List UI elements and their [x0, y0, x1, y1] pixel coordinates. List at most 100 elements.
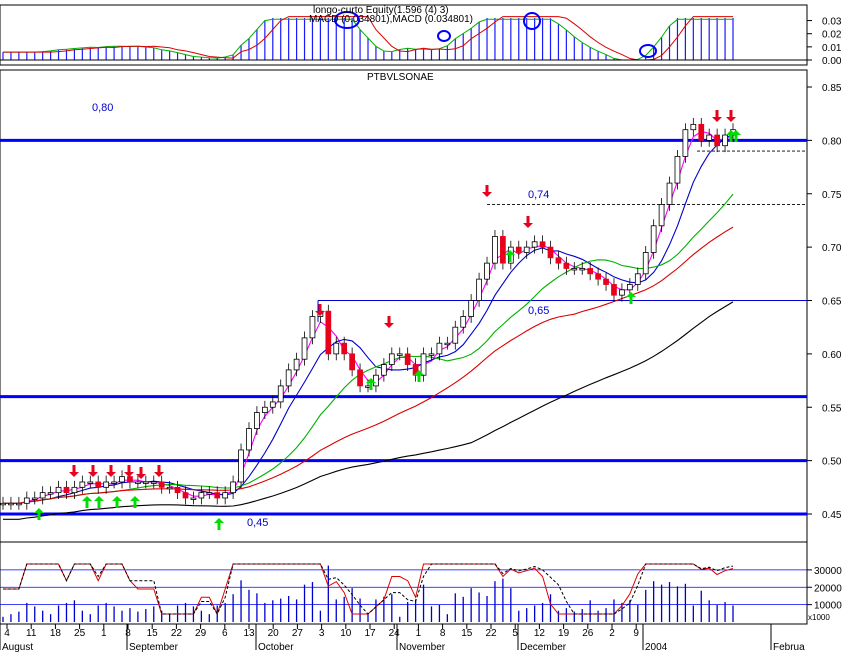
candle-up	[198, 492, 205, 499]
candle-down	[515, 246, 522, 253]
price-axis-tick-label: 0.60	[822, 350, 842, 361]
candle-up	[47, 492, 54, 495]
x-axis-tick-label: 4	[4, 628, 10, 639]
arrow-shaft	[485, 185, 489, 193]
level-074-label: 0,74	[528, 189, 549, 201]
candle-down	[500, 236, 506, 264]
month-label: November	[399, 642, 446, 652]
candle-up	[444, 342, 451, 346]
candle-up	[373, 374, 379, 387]
arrow-shaft	[157, 465, 161, 473]
candle-down	[587, 268, 594, 275]
x-axis-tick-label: 22	[171, 628, 183, 639]
x-axis-tick-label: 29	[195, 628, 207, 639]
arrow-shaft	[37, 512, 41, 520]
x-axis-tick-label: 10	[340, 628, 352, 639]
arrow-shaft	[139, 467, 143, 475]
candle-up	[269, 401, 276, 408]
price-axis-tick-label: 0.55	[822, 403, 842, 414]
x-axis-tick-label: 8	[125, 628, 131, 639]
candle-up	[436, 342, 443, 355]
candle-up	[428, 353, 435, 356]
price-axis-tick-label: 0.50	[822, 457, 842, 468]
candle-up	[246, 428, 252, 451]
month-label: December	[520, 642, 567, 652]
volume-unit-label: x1000	[808, 613, 830, 622]
candle-up	[523, 246, 530, 253]
candle-down	[539, 241, 546, 248]
price-axis-tick-label: 0.45	[822, 510, 842, 521]
candle-up	[484, 262, 490, 280]
candle-down	[158, 481, 165, 488]
candle-up	[238, 449, 244, 483]
stock-chart: 0.85 0.80 0.75 0.70 0.65 0.60 0.55 0.50 0.45 0.03…	[0, 4, 842, 652]
candle-up	[119, 476, 125, 483]
candle-up	[381, 364, 387, 376]
x-axis-tick-label: 6	[222, 628, 228, 639]
x-axis-tick-label: 12	[534, 628, 546, 639]
x-axis-tick-label: 17	[364, 628, 376, 639]
price-axis-tick-label: 0.85	[822, 83, 842, 94]
arrow-shaft	[72, 465, 76, 473]
month-label: October	[258, 642, 294, 652]
candle-down	[603, 278, 609, 285]
arrow-shaft	[417, 374, 421, 382]
candle-up	[634, 273, 641, 285]
candle-up	[206, 492, 213, 495]
candle-up	[71, 486, 78, 494]
candle-down	[325, 310, 332, 355]
arrow-shaft	[715, 110, 719, 118]
x-axis-tick-label: 8	[440, 628, 446, 639]
candle-down	[698, 123, 705, 141]
x-axis-tick-label: 25	[74, 628, 86, 639]
arrow-shaft	[115, 500, 119, 508]
candle-down	[404, 353, 411, 365]
month-label: August	[2, 642, 33, 652]
candle-up	[682, 129, 689, 157]
x-axis-tick-label: 11	[26, 628, 37, 639]
candle-down	[341, 342, 348, 355]
candle-down	[714, 134, 720, 147]
candle-up	[626, 284, 633, 291]
x-axis-tick-label: 20	[268, 628, 280, 639]
candle-down	[595, 273, 601, 280]
candle-up	[8, 502, 14, 506]
candle-down	[95, 481, 102, 488]
x-axis-tick-label: 1	[416, 628, 422, 639]
month-label: September	[129, 642, 179, 652]
arrow-shaft	[217, 522, 221, 530]
price-axis-tick-label: 0.65	[822, 297, 842, 308]
candle-up	[476, 278, 482, 301]
x-axis-tick-label: 26	[582, 628, 594, 639]
candle-up	[150, 481, 157, 484]
x-axis-tick-label: 9	[633, 628, 639, 639]
candle-down	[555, 257, 562, 264]
price-axis-tick-label: 0.75	[822, 190, 842, 201]
arrow-shaft	[318, 304, 322, 312]
arrow-shaft	[85, 500, 89, 508]
candle-up	[254, 412, 260, 429]
top-left-value-label: 0,80	[92, 102, 113, 114]
macd-axis-tick-label: 0.00	[822, 56, 842, 67]
candle-up	[261, 406, 268, 413]
x-axis-tick-label: 13	[243, 628, 255, 639]
candle-up	[722, 134, 728, 147]
candle-down	[357, 369, 363, 387]
macd-axis-tick-label: 0.01	[822, 43, 842, 54]
arrow-shaft	[526, 216, 530, 224]
candle-up	[706, 134, 713, 141]
arrow-shaft	[369, 382, 373, 390]
arrow-shaft	[729, 110, 733, 118]
x-axis-tick-label: 19	[558, 628, 570, 639]
volume-axis-tick-label: 20000	[814, 583, 842, 594]
candle-up	[230, 481, 236, 494]
level-065-label: 0,65	[528, 305, 549, 317]
arrow-shaft	[91, 465, 95, 473]
arrow-shaft	[133, 500, 137, 508]
candle-up	[23, 497, 30, 504]
level-045-label: 0,45	[247, 517, 268, 529]
candle-up	[103, 481, 110, 488]
candle-up	[571, 268, 578, 271]
chart-title: PTBVLSONAE	[367, 72, 434, 83]
candle-down	[174, 486, 181, 494]
